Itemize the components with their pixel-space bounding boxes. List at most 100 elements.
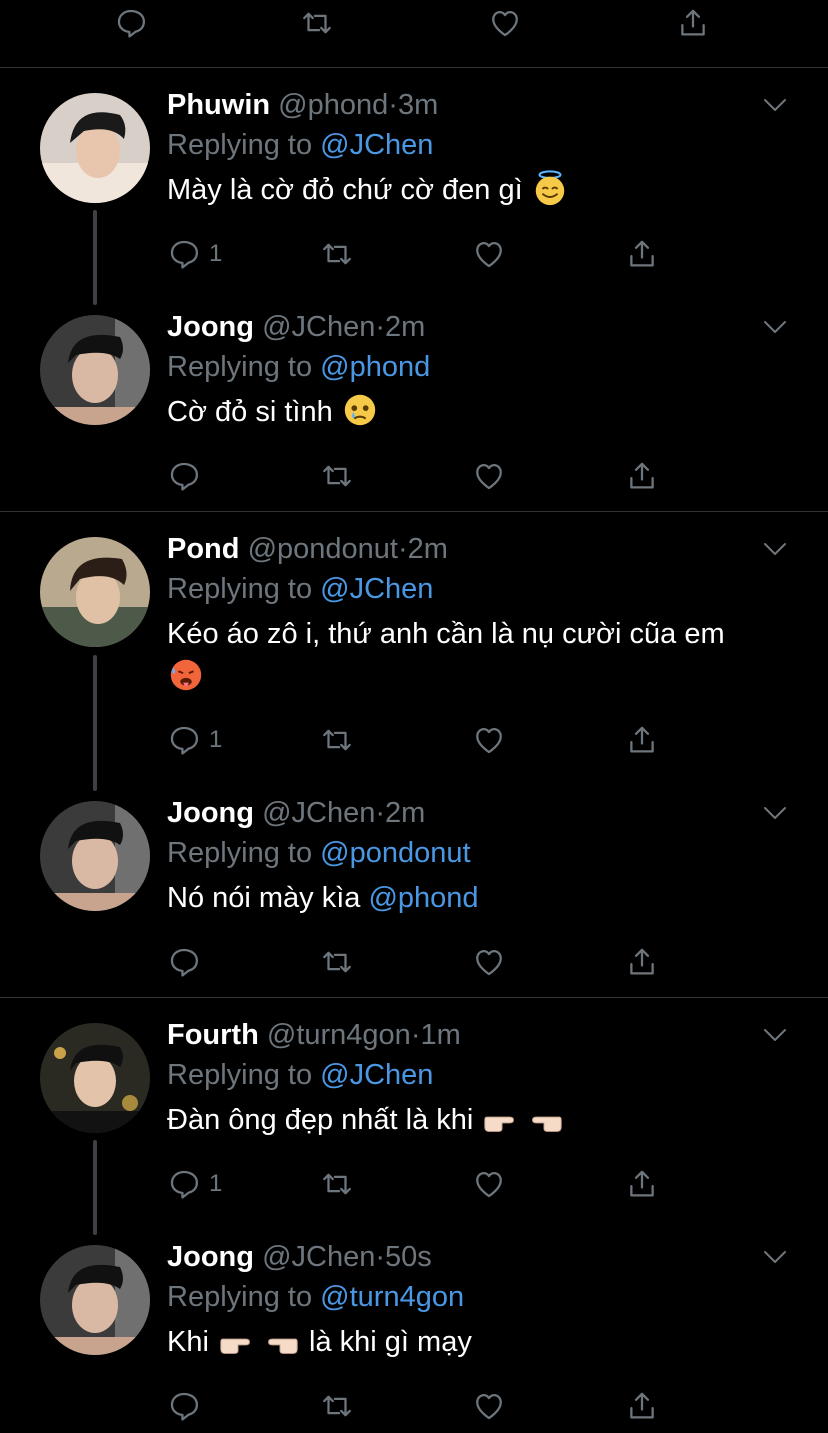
handle[interactable]: @turn4gon	[267, 1019, 411, 1051]
tweet-text-content: Khi	[167, 1326, 209, 1358]
like-icon[interactable]	[472, 1164, 506, 1204]
tweet[interactable]: Joong @JChen·2m Replying to @pondonut Nó…	[0, 793, 828, 988]
share-icon[interactable]	[625, 942, 659, 982]
separator-dot: ·	[375, 1241, 386, 1273]
reply-icon[interactable]: 1	[167, 1164, 222, 1204]
timestamp: 1m	[420, 1019, 461, 1051]
tweet[interactable]: Joong @JChen·50s Replying to @turn4gon K…	[0, 1237, 828, 1432]
like-icon[interactable]	[472, 942, 506, 982]
tweet-text: Đàn ông đẹp nhất là khi	[167, 1099, 787, 1142]
separator-dot: ·	[375, 797, 386, 829]
reply-mention[interactable]: @JChen	[320, 129, 433, 161]
replying-to: Replying to @turn4gon	[167, 1277, 464, 1317]
share-icon[interactable]	[625, 234, 659, 274]
display-name[interactable]: Joong	[167, 1241, 254, 1273]
reply-icon[interactable]	[167, 1386, 201, 1426]
display-name[interactable]: Phuwin	[167, 89, 270, 121]
tweet-header: Joong @JChen·2m	[167, 307, 425, 347]
replying-to: Replying to @JChen	[167, 125, 433, 165]
tweet[interactable]: Joong @JChen·2m Replying to @phond Cờ đỏ…	[0, 307, 828, 502]
timestamp: 3m	[397, 89, 439, 121]
tweet-text: Kéo áo zô i, thứ anh cần là nụ cười cũa …	[167, 613, 787, 699]
tweet-actions	[167, 1386, 687, 1426]
replying-label: Replying to	[167, 837, 313, 869]
tweet-text: Nó nói mày kìa @phond	[167, 877, 787, 920]
handle[interactable]: @JChen	[262, 797, 375, 829]
tweet-header: Joong @JChen·2m	[167, 793, 425, 833]
display-name[interactable]: Joong	[167, 797, 254, 829]
replying-label: Replying to	[167, 351, 313, 383]
tweet-text: Mày là cờ đỏ chứ cờ đen gì	[167, 169, 787, 212]
reply-mention[interactable]: @turn4gon	[320, 1281, 464, 1313]
tweet[interactable]: Phuwin @phond·3m Replying to @JChen Mày …	[0, 85, 828, 280]
chevron-down-icon[interactable]	[762, 1025, 788, 1045]
like-icon[interactable]	[472, 720, 506, 760]
tweet-actions: 1	[167, 234, 687, 274]
chevron-down-icon[interactable]	[762, 1247, 788, 1267]
reply-mention[interactable]: @phond	[320, 351, 430, 383]
display-name[interactable]: Joong	[167, 311, 254, 343]
retweet-icon[interactable]	[320, 456, 354, 496]
retweet-icon[interactable]	[320, 1386, 354, 1426]
tweet-text-content: Nó nói mày kìa	[167, 882, 361, 914]
tweet-header: Phuwin @phond·3m	[167, 85, 438, 125]
timestamp: 2m	[407, 533, 448, 565]
tweet[interactable]: Pond @pondonut·2m Replying to @JChen Kéo…	[0, 529, 828, 769]
reply-mention[interactable]: @JChen	[320, 573, 433, 605]
share-icon[interactable]	[676, 3, 710, 43]
chevron-down-icon[interactable]	[762, 803, 788, 823]
share-icon[interactable]	[625, 720, 659, 760]
tweet-actions	[167, 942, 687, 982]
handle[interactable]: @JChen	[262, 1241, 375, 1273]
display-name[interactable]: Fourth	[167, 1019, 259, 1051]
replying-label: Replying to	[167, 1059, 313, 1091]
tweet[interactable]: Fourth @turn4gon·1m Replying to @JChen Đ…	[0, 1015, 828, 1210]
reply-icon[interactable]: 1	[167, 720, 222, 760]
share-icon[interactable]	[625, 1386, 659, 1426]
like-icon[interactable]	[488, 3, 522, 43]
reply-icon[interactable]	[114, 3, 148, 43]
chevron-down-icon[interactable]	[762, 317, 788, 337]
replying-to: Replying to @JChen	[167, 569, 433, 609]
tweet-mention[interactable]: @phond	[368, 882, 478, 914]
retweet-icon[interactable]	[320, 234, 354, 274]
separator-dot: ·	[397, 533, 408, 565]
reply-count: 1	[209, 726, 223, 753]
replying-label: Replying to	[167, 573, 313, 605]
share-icon[interactable]	[625, 456, 659, 496]
chevron-down-icon[interactable]	[762, 539, 788, 559]
like-icon[interactable]	[472, 234, 506, 274]
tweet-text-content: Đàn ông đẹp nhất là khi	[167, 1104, 474, 1136]
retweet-icon[interactable]	[320, 1164, 354, 1204]
reply-icon[interactable]: 1	[167, 234, 222, 274]
reply-mention[interactable]: @pondonut	[320, 837, 470, 869]
pointing-left-hand-icon	[259, 1327, 301, 1357]
replying-to: Replying to @JChen	[167, 1055, 433, 1095]
tweet-text-content: Cờ đỏ si tình	[167, 396, 333, 428]
display-name[interactable]: Pond	[167, 533, 240, 565]
divider	[0, 511, 828, 512]
tweet-header: Joong @JChen·50s	[167, 1237, 432, 1277]
handle[interactable]: @phond	[278, 89, 388, 121]
like-icon[interactable]	[472, 1386, 506, 1426]
tweet-actions: 1	[167, 720, 687, 760]
retweet-icon[interactable]	[300, 3, 334, 43]
handle[interactable]: @JChen	[262, 311, 375, 343]
reply-icon[interactable]	[167, 456, 201, 496]
share-icon[interactable]	[625, 1164, 659, 1204]
tweet-actions	[167, 456, 687, 496]
reply-mention[interactable]: @JChen	[320, 1059, 433, 1091]
reply-icon[interactable]	[167, 942, 201, 982]
chevron-down-icon[interactable]	[762, 95, 788, 115]
divider	[0, 67, 828, 68]
tweet-text-content: Kéo áo zô i, thứ anh cần là nụ cười cũa …	[167, 618, 725, 650]
like-icon[interactable]	[472, 456, 506, 496]
retweet-icon[interactable]	[320, 942, 354, 982]
retweet-icon[interactable]	[320, 720, 354, 760]
pointing-left-hand-icon	[523, 1105, 565, 1135]
handle[interactable]: @pondonut	[248, 533, 398, 565]
reply-count: 1	[209, 1170, 223, 1197]
replying-to: Replying to @phond	[167, 347, 430, 387]
face-holding-back-tears-icon	[341, 391, 379, 429]
pointing-right-hand-icon	[217, 1327, 259, 1357]
